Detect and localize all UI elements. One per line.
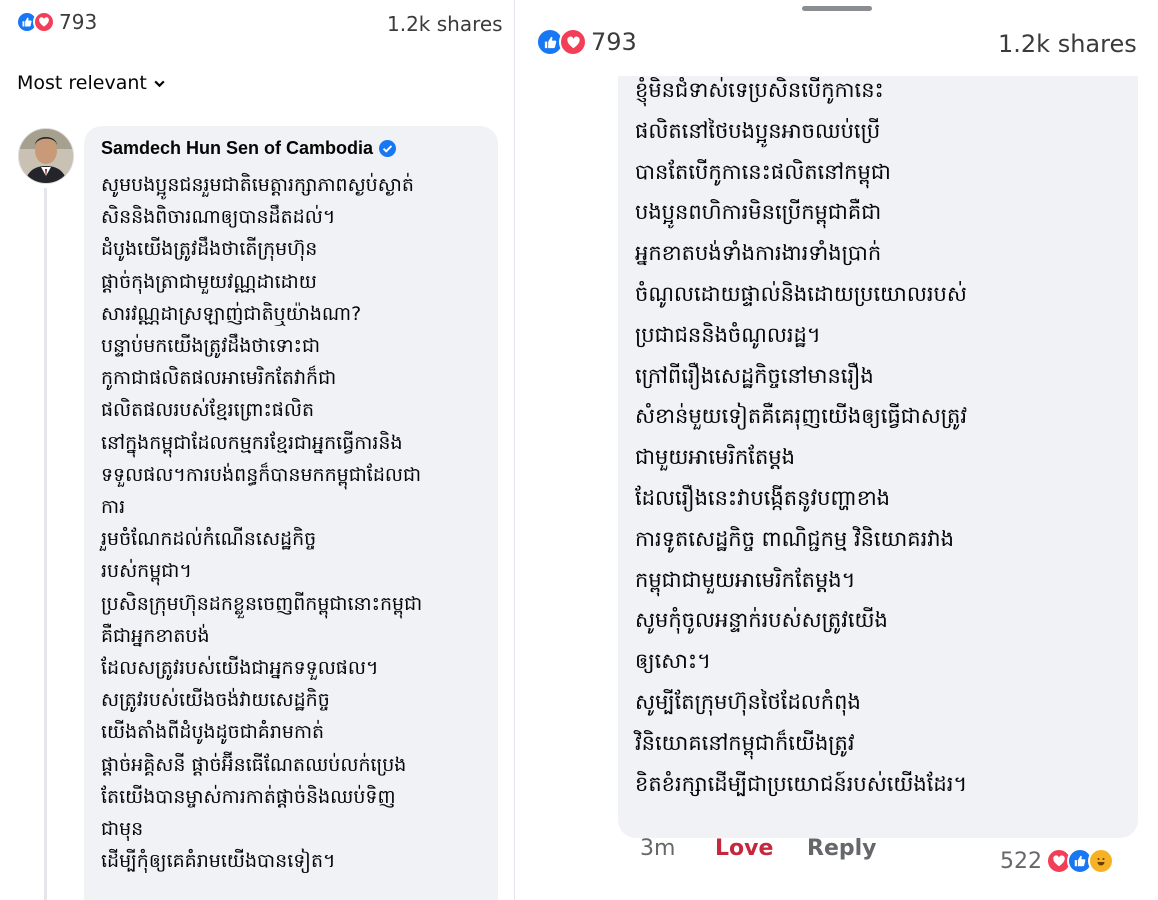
comment-line: សូមកុំចូលអន្ទាក់របស់សត្រូវយើង <box>635 608 888 633</box>
haha-icon <box>1088 848 1114 874</box>
comment-line: បងប្អូនពហិការមិនប្រើកម្ពុជាគឺជា <box>635 200 882 225</box>
comment-line: ឲ្យសោះ។ <box>635 649 711 674</box>
comment-line: សូម្បីតែក្រុមហ៊ុនថៃដែលកំពុង <box>635 689 861 714</box>
post-reactions-summary[interactable]: 793 <box>536 28 637 56</box>
comment-time: 3m <box>640 835 676 861</box>
comment-line: វិនិយោគនៅកម្ពុជាក៏យើងត្រូវ <box>635 730 855 755</box>
post-reactions-summary[interactable]: 793 <box>16 10 97 34</box>
comment-line: ខិតខំរក្សាដើម្បីជាប្រយោជន៍របស់យើងដែរ។ <box>635 771 968 796</box>
comment-line: ដើម្បីកុំឲ្យគេគំរាមយើងបានទៀត។ <box>101 850 336 873</box>
sheet-header: 793 1.2k shares <box>520 0 1158 76</box>
comment-line: រួមចំណែកដល់កំណើនសេដ្ឋកិច្ច <box>101 528 317 551</box>
comment-author-name[interactable]: Samdech Hun Sen of Cambodia <box>101 138 397 159</box>
comment-line: ប្រសិនក្រុមហ៊ុនដកខ្លួនចេញពីកម្ពុជានោះកម្… <box>101 592 423 615</box>
comment-line: សូមបងប្អូនជនរួមជាតិមេត្តារក្សាភាពស្ងប់ស្… <box>101 174 414 196</box>
comment-line: បន្ទាប់មកយើងត្រូវដឹងថាទោះជា <box>101 335 321 358</box>
left-screenshot-panel: 793 1.2k shares Most relevant Samdech Hu… <box>0 0 514 900</box>
comment-line: នៅក្នុងកម្ពុជាដែលកម្មករខ្មែរជាអ្នកធ្វើកា… <box>101 431 403 454</box>
comment-line: ជាមួយអាមេរិកតែម្តង <box>635 445 795 470</box>
thread-line <box>44 188 47 900</box>
comment-reaction-count: 522 <box>1000 848 1042 874</box>
comment-line: អ្នកខាតបង់ទាំងការងារទាំងប្រាក់ <box>635 241 882 266</box>
comment-reactions[interactable]: 522 <box>1000 848 1114 874</box>
comment-line: ចំណូលដោយផ្ទាល់និងដោយប្រយោលរបស់ <box>635 281 967 306</box>
comment-line: សត្រូវរបស់យើងចង់វាយសេដ្ឋកិច្ច <box>101 689 330 712</box>
right-screenshot-panel: ខ្ញុំមិនជំទាស់ទេប្រសិនបើកូកានេះផលិតនៅថៃប… <box>520 0 1158 900</box>
comment-line: យើងតាំងពីដំបូងដូចជាគំរាមកាត់ <box>101 721 325 744</box>
comment-line: គឺជាអ្នកខាតបង់ <box>101 624 210 647</box>
comment-line: ផ្តាច់អគ្គិសនី ផ្តាច់អ៊ីនធើណែតឈប់លក់ប្រេ… <box>101 753 407 776</box>
comment-line: បានតែបើកូកានេះផលិតនៅកម្ពុជា <box>635 159 891 184</box>
comment-line: ការទូតសេដ្ឋកិច្ច ពាណិជ្ជកម្ម វិនិយោគរវាង <box>635 526 954 551</box>
comment-line: ផលិតនៅថៃបងប្អូនអាចឈប់ប្រើ <box>635 118 881 143</box>
love-icon <box>33 11 55 33</box>
reply-button[interactable]: Reply <box>807 836 877 861</box>
comment-line: ផលិតផលរបស់ខ្មែរព្រោះផលិត <box>101 399 315 422</box>
comment-line: ជាមុន <box>101 818 144 841</box>
avatar[interactable] <box>18 128 74 184</box>
love-icon <box>559 28 587 56</box>
sort-label: Most relevant <box>17 72 147 94</box>
comment-line: សំខាន់មួយទៀតគឺគេរុញយើងឲ្យធ្វើជាសត្រូវ <box>635 404 968 429</box>
love-action-button[interactable]: Love <box>715 836 773 861</box>
reaction-count: 793 <box>591 28 637 56</box>
comment-line: ខ្ញុំមិនជំទាស់ទេប្រសិនបើកូកានេះ <box>635 78 884 102</box>
shares-count[interactable]: 1.2k shares <box>387 12 503 36</box>
comment-text-continued: ខ្ញុំមិនជំទាស់ទេប្រសិនបើកូកានេះផលិតនៅថៃប… <box>635 70 1135 804</box>
chevron-down-icon <box>154 80 165 87</box>
drag-handle[interactable] <box>802 6 872 11</box>
comment-line: កម្ពុជាជាមួយអាមេរិកតែម្តង។ <box>635 567 856 592</box>
author-name[interactable]: Samdech Hun Sen of Cambodia <box>101 138 373 159</box>
comment-line: សារវណ្ណដាស្រឡាញ់ជាតិឬយ៉ាងណា? <box>101 302 362 325</box>
shares-count[interactable]: 1.2k shares <box>998 30 1137 58</box>
comment-line: កូកាជាផលិតផលអាមេរិកតែវាក៏ជា <box>101 367 337 390</box>
comment-line: តែយើងបានម្ចាស់ការកាត់ផ្តាច់និងឈប់ទិញ <box>101 785 396 808</box>
reaction-count: 793 <box>59 10 98 34</box>
comment-line: ដំបូងយើងត្រូវដឹងថាតើក្រុមហ៊ុន <box>101 238 318 261</box>
comment-line: ប្រជាជននិងចំណូលរដ្ឋ។ <box>635 322 821 347</box>
comment-line: របស់កម្ពុជា។ <box>101 560 192 583</box>
comment-line: ការ <box>101 496 126 519</box>
comment-text: សូមបងប្អូនជនរួមជាតិមេត្តារក្សាភាពស្ងប់ស្… <box>101 169 496 877</box>
comment-sort-dropdown[interactable]: Most relevant <box>17 72 166 94</box>
comment-line: ផ្តាច់កុងត្រាជាមួយវណ្ណដាដោយ <box>101 270 317 293</box>
comment-line: ក្រៅពីរឿងសេដ្ឋកិច្ចនៅមានរឿង <box>635 363 874 388</box>
comment-line: ដែលសត្រូវរបស់យើងជាអ្នកទទួលផល។ <box>101 657 379 680</box>
comment-line: សិននិងពិចារណាឲ្យបានដឹតដល់។ <box>101 206 336 229</box>
verified-badge-icon <box>379 140 397 157</box>
comment-line: ទទួលផល។ការបង់ពន្ធក៏បានមកកម្ពុជាដែលជា <box>101 463 422 486</box>
comment-line: ដែលរឿងនេះវាបង្កើតនូវបញ្ហាខាង <box>635 485 891 510</box>
